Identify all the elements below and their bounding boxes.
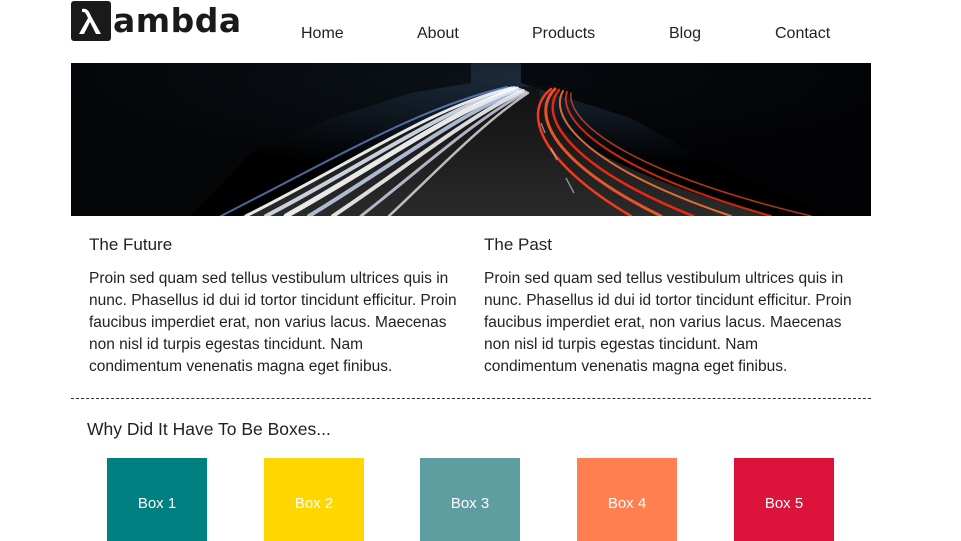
boxes-section-title: Why Did It Have To Be Boxes... — [87, 419, 331, 439]
box-2: Box 2 — [264, 458, 364, 541]
nav-link-contact[interactable]: Contact — [775, 24, 830, 44]
box-3: Box 3 — [420, 458, 520, 541]
nav-link-products[interactable]: Products — [532, 24, 595, 44]
nav-link-home[interactable]: Home — [301, 24, 344, 44]
column-body: Proin sed quam sed tellus vestibulum ult… — [89, 270, 457, 375]
column-title: The Future — [89, 235, 173, 254]
main-nav: Home About Products Blog Contact — [0, 24, 961, 46]
column-body: Proin sed quam sed tellus vestibulum ult… — [484, 270, 852, 375]
nav-link-about[interactable]: About — [417, 24, 459, 44]
box-4: Box 4 — [577, 458, 677, 541]
hero-image — [71, 63, 871, 216]
column-the-future: The Future Proin sed quam sed tellus ves… — [89, 234, 459, 378]
box-5: Box 5 — [734, 458, 834, 541]
column-title: The Past — [484, 235, 553, 254]
box-1: Box 1 — [107, 458, 207, 541]
column-the-past: The Past Proin sed quam sed tellus vesti… — [484, 234, 854, 378]
nav-link-blog[interactable]: Blog — [669, 24, 701, 44]
section-divider — [71, 398, 871, 399]
page: ambda Home About Products Blog Contact T… — [0, 0, 961, 541]
